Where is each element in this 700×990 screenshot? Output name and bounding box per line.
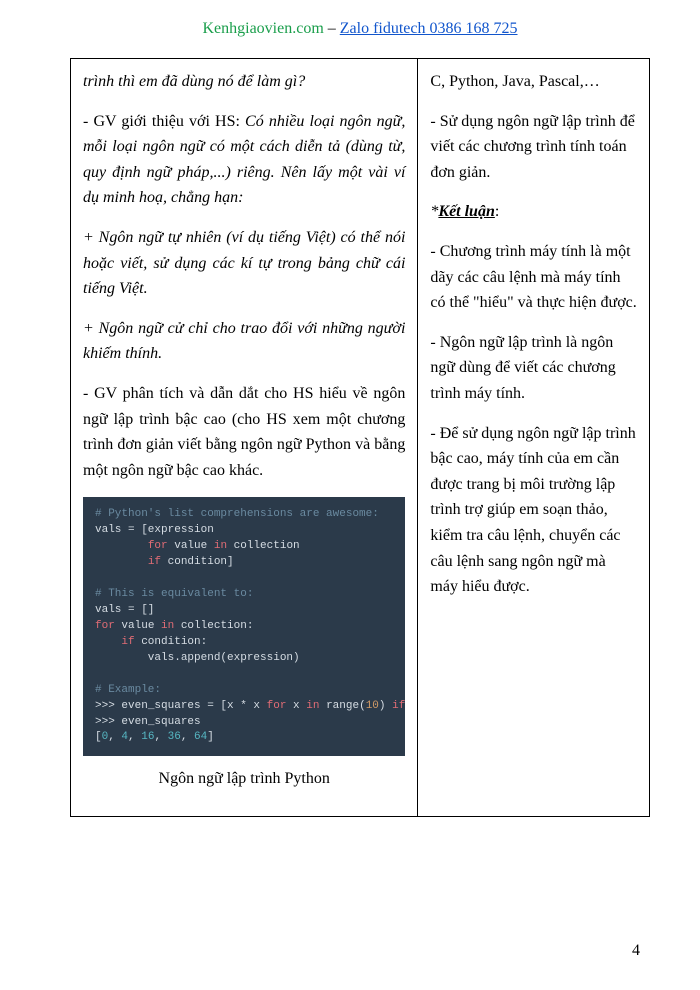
left-p1: trình thì em đã dùng nó để làm gì?: [83, 69, 405, 95]
left-column: trình thì em đã dùng nó để làm gì? - GV …: [71, 59, 418, 817]
python-code-block: # Python's list comprehensions are aweso…: [83, 497, 405, 756]
right-p1: C, Python, Java, Pascal,…: [430, 69, 637, 95]
code-line: # Python's list comprehensions are aweso…: [95, 508, 379, 520]
header-zalo-link[interactable]: Zalo fidutech: [340, 20, 426, 37]
page-number: 4: [632, 942, 640, 960]
code-line: # Example:: [95, 684, 161, 696]
right-p2: - Sử dụng ngôn ngữ lập trình để viết các…: [430, 109, 637, 186]
left-p2a: - GV giới thiệu với HS:: [83, 113, 245, 130]
header-site: Kenhgiaovien.com: [202, 20, 323, 37]
code-line: # This is equivalent to:: [95, 588, 253, 600]
kl-label: Kết luận: [438, 203, 494, 220]
right-p4: - Ngôn ngữ lập trình là ngôn ngữ dùng để…: [430, 330, 637, 407]
page-header: Kenhgiaovien.com – Zalo fidutech 0386 16…: [70, 20, 650, 38]
left-p5: - GV phân tích và dẫn dắt cho HS hiểu về…: [83, 381, 405, 483]
left-p3: + Ngôn ngữ tự nhiên (ví dụ tiếng Việt) c…: [83, 225, 405, 302]
left-p2: - GV giới thiệu với HS: Có nhiều loại ng…: [83, 109, 405, 211]
right-column: C, Python, Java, Pascal,… - Sử dụng ngôn…: [418, 59, 650, 817]
right-p3: - Chương trình máy tính là một dãy các c…: [430, 239, 637, 316]
code-caption: Ngôn ngữ lập trình Python: [83, 766, 405, 792]
header-dash: –: [324, 20, 340, 37]
content-table: trình thì em đã dùng nó để làm gì? - GV …: [70, 58, 650, 817]
right-conclusion-heading: *Kết luận:: [430, 199, 637, 225]
kl-colon: :: [495, 203, 499, 220]
left-p4: + Ngôn ngữ cử chỉ cho trao đổi với những…: [83, 316, 405, 367]
right-p5: - Để sử dụng ngôn ngữ lập trình bậc cao,…: [430, 421, 637, 600]
header-phone: 0386 168 725: [426, 20, 518, 37]
